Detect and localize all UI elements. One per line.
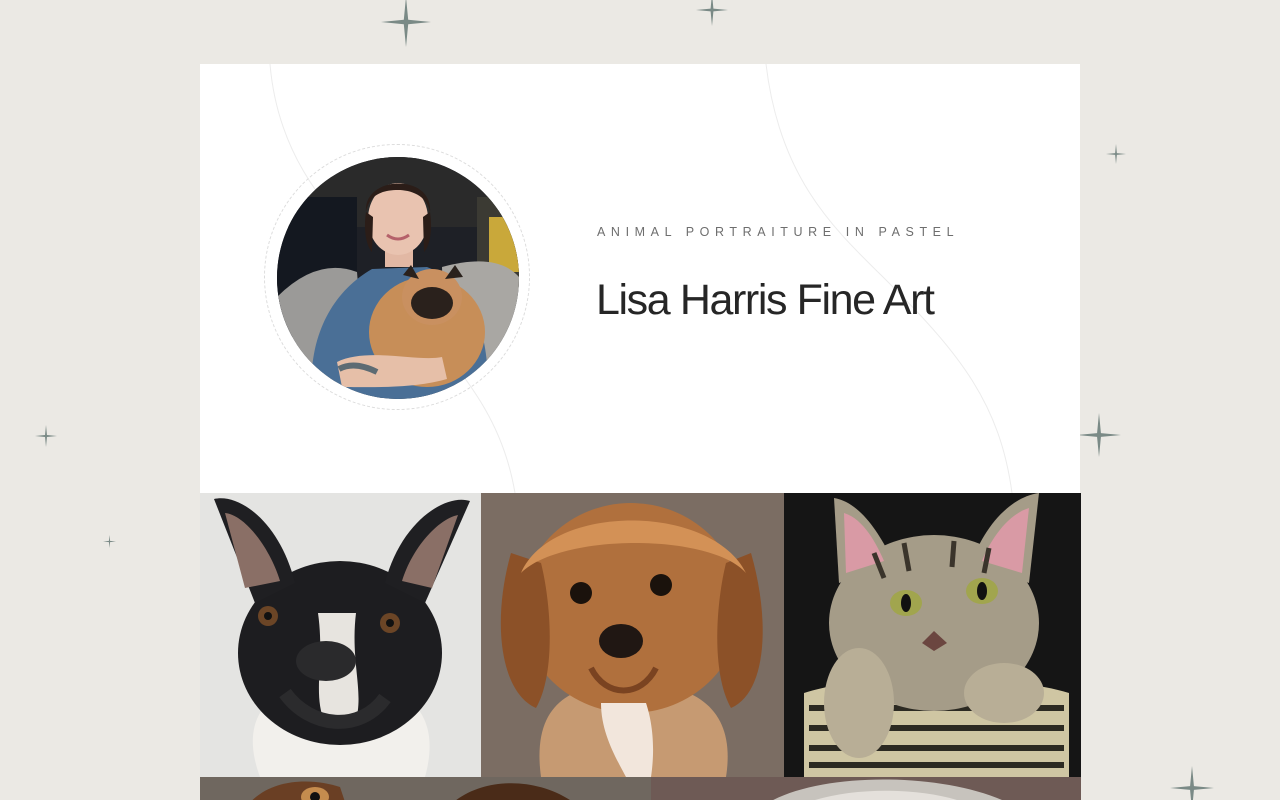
artist-portrait-icon [277,157,519,399]
sparkle-icon [103,535,116,548]
french-bulldog-portrait-icon [200,493,481,777]
tagline: ANIMAL PORTRAITURE IN PASTEL [597,225,960,239]
avatar [277,157,519,399]
gallery-item[interactable] [200,777,651,800]
sparkle-icon [35,425,57,447]
gallery-item[interactable] [651,777,1081,800]
hero-card: ANIMAL PORTRAITURE IN PASTEL Lisa Harris… [200,64,1080,493]
cavapoo-dog-portrait-icon [481,493,784,777]
sparkle-icon [1170,766,1214,800]
gallery-item[interactable] [200,493,481,777]
tabby-cat-portrait-icon [784,493,1081,777]
sparkle-icon [1077,413,1121,457]
gallery [200,493,1081,800]
pet-portrait-partial-icon [651,777,1081,800]
sparkle-icon [381,0,431,47]
sparkle-icon [696,0,728,26]
site-title[interactable]: Lisa Harris Fine Art [596,276,935,325]
sparkle-icon [1106,144,1126,164]
dog-portrait-partial-icon [200,777,651,800]
gallery-item[interactable] [784,493,1081,777]
gallery-item[interactable] [481,493,784,777]
page: ANIMAL PORTRAITURE IN PASTEL Lisa Harris… [0,0,1280,800]
